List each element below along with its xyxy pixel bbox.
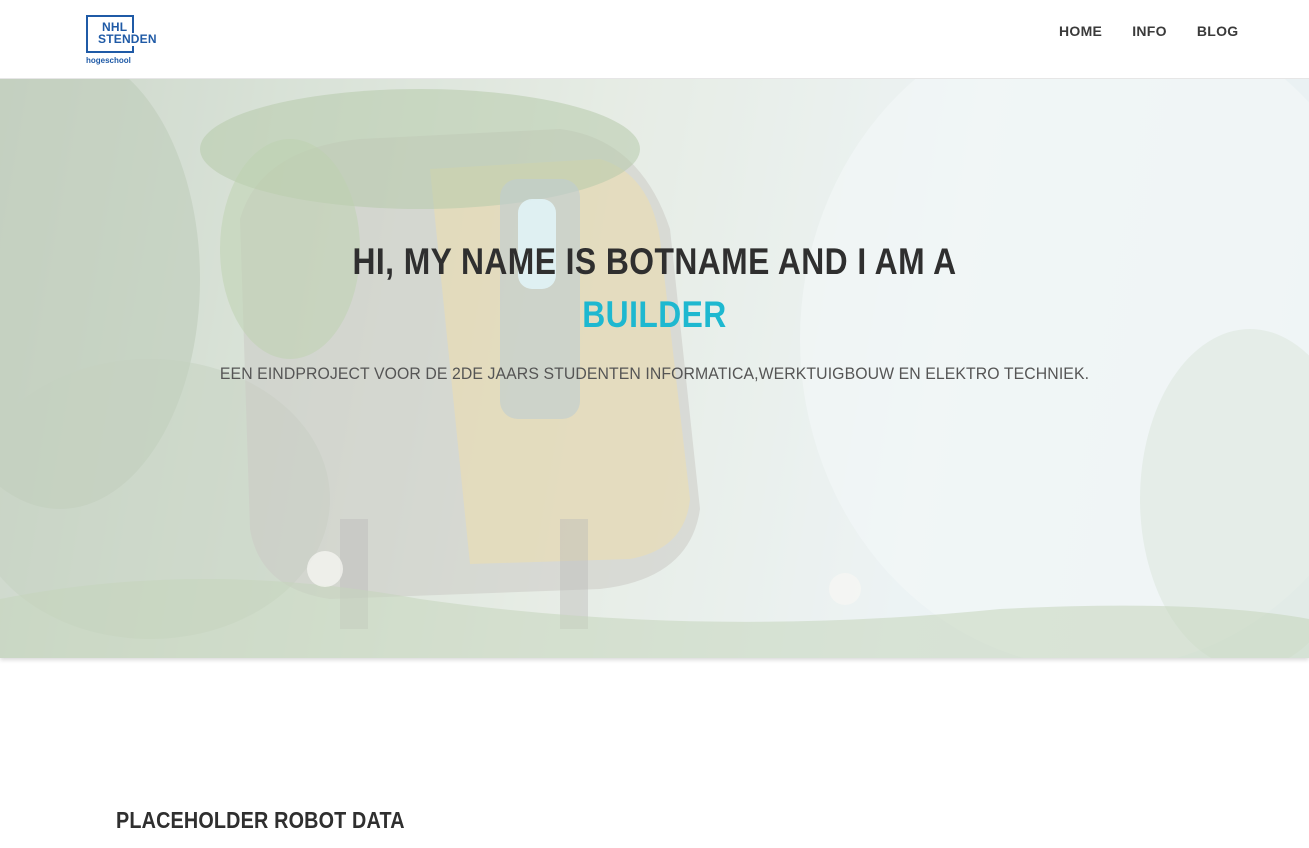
nhl-stenden-logo[interactable]: NHL STENDEN hogeschool — [85, 14, 169, 66]
hero-subtitle: EEN EINDPROJECT VOOR DE 2DE JAARS STUDEN… — [219, 364, 1090, 383]
logo-text-stenden: STENDEN — [96, 32, 159, 46]
hero-banner: HI, MY NAME IS BOTNAME AND I AM A BUILDE… — [0, 79, 1309, 658]
nav-info[interactable]: INFO — [1132, 23, 1167, 40]
main-nav: HOME INFO BLOG — [1059, 23, 1239, 40]
logo-text-hogeschool: hogeschool — [86, 56, 131, 65]
nav-blog[interactable]: BLOG — [1197, 23, 1239, 40]
site-header: NHL STENDEN hogeschool HOME INFO BLOG — [0, 0, 1309, 79]
hero-title: HI, MY NAME IS BOTNAME AND I AM A — [352, 241, 957, 282]
hero-content: HI, MY NAME IS BOTNAME AND I AM A BUILDE… — [0, 239, 1309, 384]
section-title: PLACEHOLDER ROBOT DATA — [116, 807, 405, 833]
hero-highlight-word: BUILDER — [582, 294, 727, 335]
nav-home[interactable]: HOME — [1059, 23, 1102, 40]
